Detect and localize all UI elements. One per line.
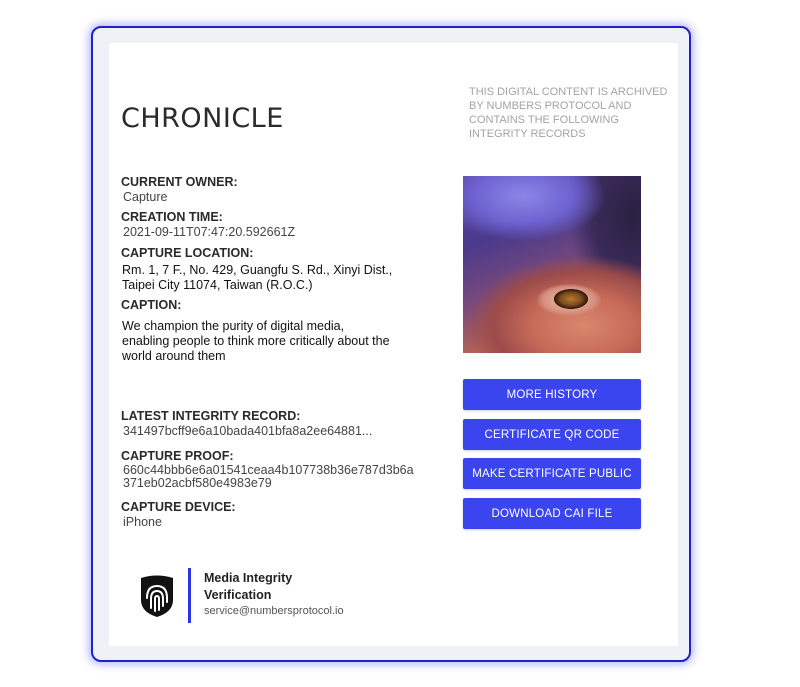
certificate-card: CHRONICLE THIS DIGITAL CONTENT IS ARCHIV…: [109, 43, 678, 646]
creation-time-value: 2021-09-11T07:47:20.592661Z: [123, 225, 296, 239]
contact-email[interactable]: service@numbersprotocol.io: [204, 605, 344, 617]
latest-integrity-record-label: LATEST INTEGRITY RECORD:: [121, 409, 301, 423]
more-history-button[interactable]: MORE HISTORY: [463, 379, 641, 410]
capture-photo: [463, 176, 641, 353]
capture-proof-line1: 660c44bbb6e6a01541ceaa4b107738b36e787d3b…: [123, 463, 414, 477]
download-cai-file-button[interactable]: DOWNLOAD CAI FILE: [463, 498, 641, 529]
current-owner-label: CURRENT OWNER:: [121, 175, 238, 189]
capture-device-label: CAPTURE DEVICE:: [121, 500, 236, 514]
capture-location-line1: Rm. 1, 7 F., No. 429, Guangfu S. Rd., Xi…: [122, 263, 393, 277]
caption-line1: We champion the purity of digital media,: [122, 319, 345, 333]
capture-location-label: CAPTURE LOCATION:: [121, 246, 254, 260]
footer-divider: [188, 568, 191, 623]
latest-integrity-record-value: 341497bcff9e6a10bada401bfa8a2ee64881...: [123, 424, 373, 438]
capture-proof-line2: 371eb02acbf580e4983e79: [123, 476, 272, 490]
certificate-frame: CHRONICLE THIS DIGITAL CONTENT IS ARCHIV…: [91, 26, 691, 662]
brand-title-line2: Verification: [204, 588, 272, 602]
capture-location-line2: Taipei City 11074, Taiwan (R.O.C.): [122, 278, 313, 292]
capture-proof-label: CAPTURE PROOF:: [121, 449, 234, 463]
brand-title: Media Integrity Verification: [204, 570, 364, 604]
page-title: CHRONICLE: [121, 103, 284, 134]
capture-device-value: iPhone: [123, 515, 162, 529]
caption-line3: world around them: [122, 349, 226, 363]
creation-time-label: CREATION TIME:: [121, 210, 223, 224]
fingerprint-shield-icon: [137, 574, 177, 618]
caption-label: CAPTION:: [121, 298, 182, 312]
caption-line2: enabling people to think more critically…: [122, 334, 390, 348]
make-certificate-public-button[interactable]: MAKE CERTIFICATE PUBLIC: [463, 458, 641, 489]
certificate-qr-code-button[interactable]: CERTIFICATE QR CODE: [463, 419, 641, 450]
archive-note: THIS DIGITAL CONTENT IS ARCHIVED BY NUMB…: [469, 86, 668, 140]
current-owner-value: Capture: [123, 190, 168, 204]
brand-title-line1: Media Integrity: [204, 571, 293, 585]
